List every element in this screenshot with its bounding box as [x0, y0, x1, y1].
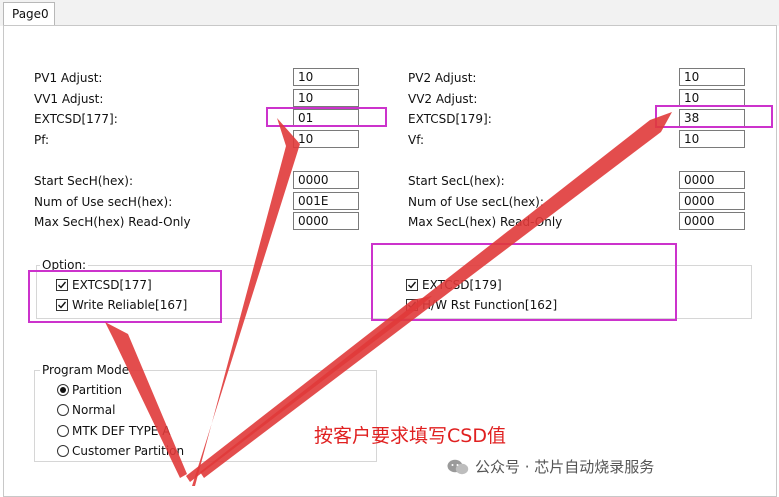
- arrow-to-right-options: [186, 296, 432, 482]
- wechat-icon: [447, 459, 469, 475]
- watermark-text: 公众号 · 芯片自动烧录服务: [475, 458, 655, 476]
- arrow-to-options: [105, 322, 187, 478]
- annotation-arrows: [105, 112, 672, 486]
- annotation-text: 按客户要求填写CSD值: [314, 425, 506, 447]
